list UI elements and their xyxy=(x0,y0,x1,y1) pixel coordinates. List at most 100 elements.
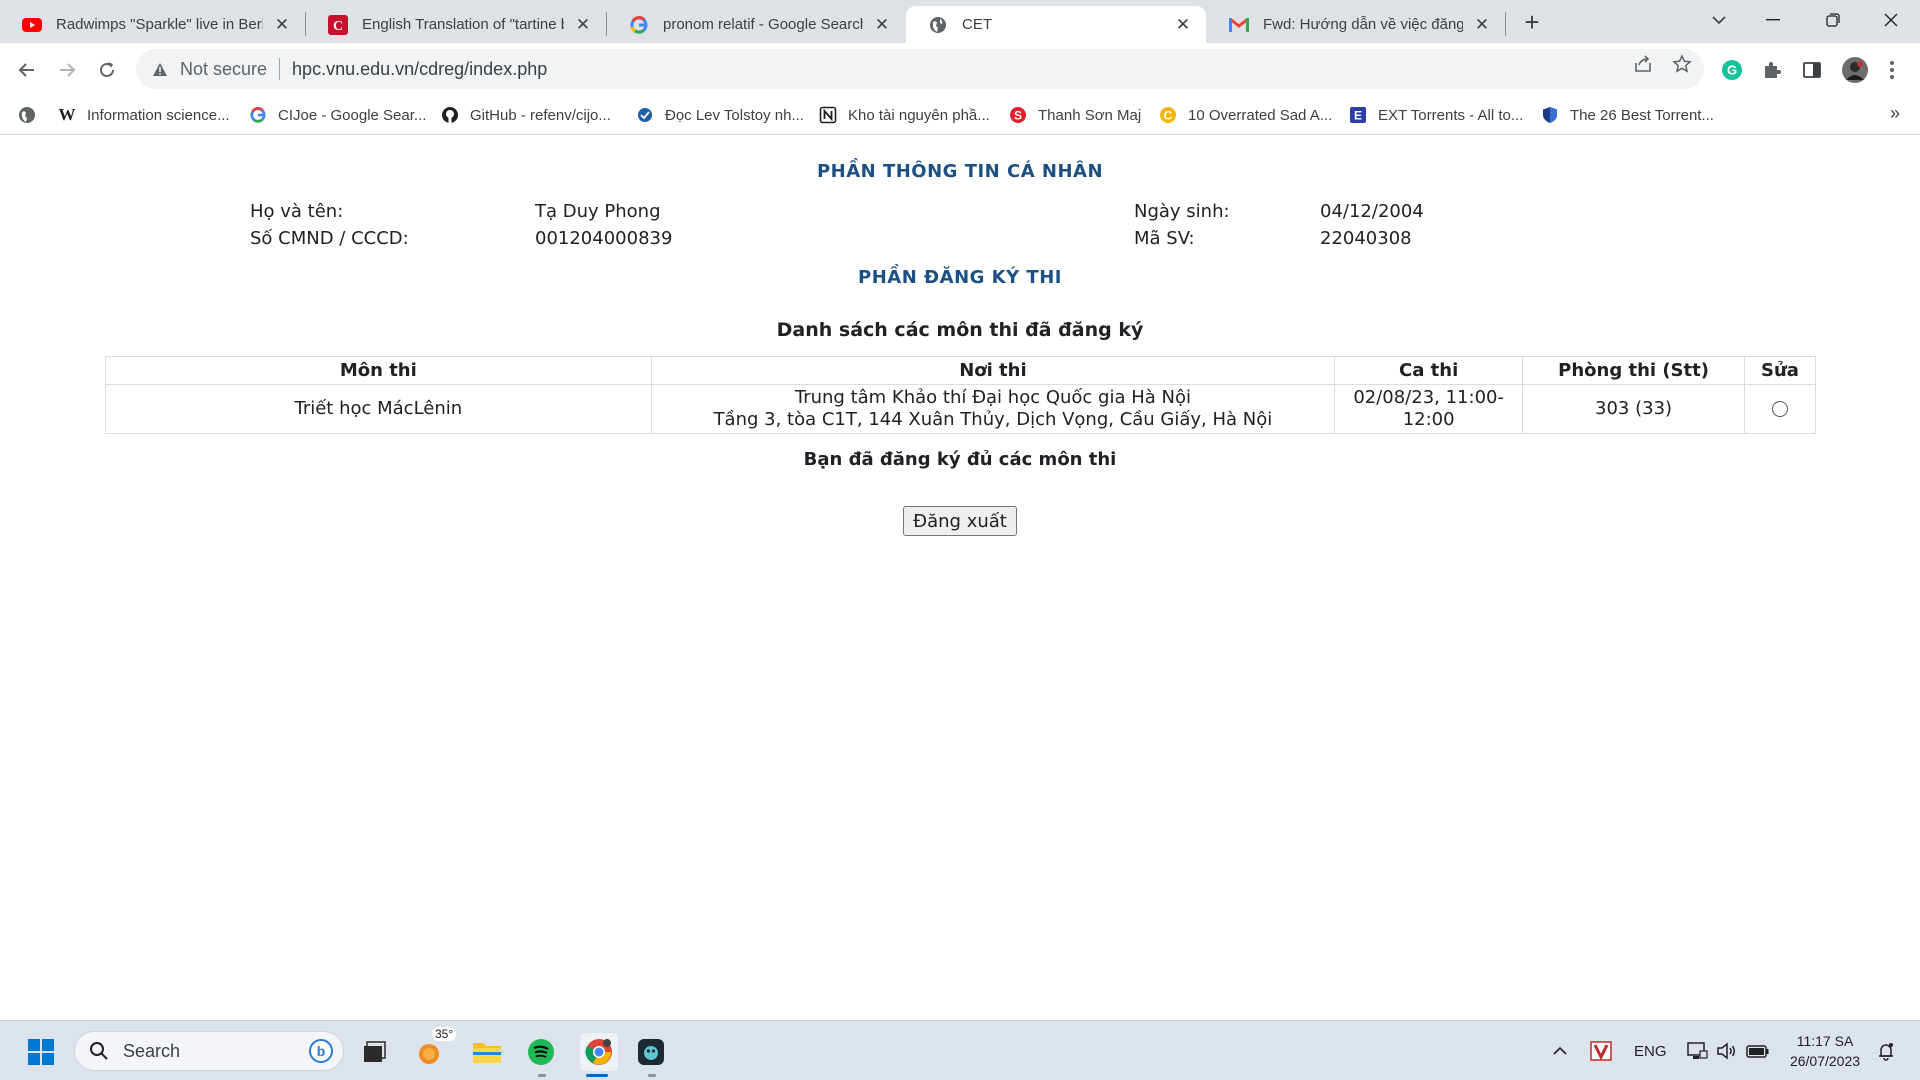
tab-youtube[interactable]: Radwimps "Sparkle" live in Berlin ✕ xyxy=(0,6,305,43)
reload-button[interactable] xyxy=(90,53,124,87)
forward-button[interactable] xyxy=(50,53,84,87)
chrome-icon[interactable] xyxy=(580,1033,618,1071)
close-tab-icon[interactable]: ✕ xyxy=(572,14,594,36)
apps-icon[interactable] xyxy=(17,103,37,127)
show-hidden-icons[interactable] xyxy=(1552,1021,1568,1080)
antivirus-icon[interactable] xyxy=(1590,1021,1612,1080)
table-header-row: Môn thi Nơi thi Ca thi Phòng thi (Stt) S… xyxy=(105,356,1817,385)
venue-address: Tầng 3, tòa C1T, 144 Xuân Thủy, Dịch Vọn… xyxy=(713,409,1273,430)
taskbar-clock[interactable]: 11:17 SA 26/07/2023 xyxy=(1775,1031,1875,1071)
close-tab-icon[interactable]: ✕ xyxy=(271,14,293,36)
student-id-value: 22040308 xyxy=(1320,228,1412,249)
subject-cell: Triết học MácLênin xyxy=(105,384,652,434)
session-start: 02/08/23, 11:00- xyxy=(1353,387,1504,408)
battery-icon[interactable] xyxy=(1746,1021,1770,1080)
new-tab-button[interactable]: + xyxy=(1518,7,1546,37)
site-icon: S xyxy=(1008,105,1028,125)
table-row: Triết học MácLênin Trung tâm Khảo thí Đạ… xyxy=(105,384,1817,434)
logout-button[interactable]: Đăng xuất xyxy=(903,506,1017,536)
youtube-icon xyxy=(22,15,42,35)
tab-title: English Translation of "tartine beurrée" xyxy=(362,16,564,33)
address-bar[interactable]: Not secure hpc.vnu.edu.vn/cdreg/index.ph… xyxy=(136,49,1704,89)
edit-radio[interactable] xyxy=(1771,401,1788,417)
bookmark-item[interactable]: C 10 Overrated Sad A... xyxy=(1158,103,1332,127)
taskbar-search[interactable]: Search b xyxy=(74,1031,344,1071)
site-icon xyxy=(635,105,655,125)
volume-icon[interactable] xyxy=(1716,1021,1738,1080)
profile-avatar[interactable] xyxy=(1840,55,1870,85)
bookmark-item[interactable]: E EXT Torrents - All to... xyxy=(1348,103,1523,127)
tab-separator xyxy=(1505,12,1506,36)
extensions-icon[interactable] xyxy=(1760,58,1784,82)
share-icon[interactable] xyxy=(1632,53,1654,75)
bookmark-item[interactable]: GitHub - refenv/cijo... xyxy=(440,103,611,127)
app-icon[interactable] xyxy=(634,1035,668,1069)
close-tab-icon[interactable]: ✕ xyxy=(871,14,893,36)
menu-icon[interactable] xyxy=(1880,58,1904,82)
tab-title: CET xyxy=(962,16,992,33)
bookmark-item[interactable]: The 26 Best Torrent... xyxy=(1540,103,1714,127)
bookmark-item[interactable]: W Information science... xyxy=(57,103,230,127)
bookmark-item[interactable]: S Thanh Sơn Maj xyxy=(1008,103,1141,127)
windows-start-icon[interactable] xyxy=(24,1035,58,1069)
bookmark-item[interactable]: CIJoe - Google Sear... xyxy=(248,103,426,127)
weather-temperature: 35° xyxy=(432,1027,457,1041)
bookmark-label: CIJoe - Google Sear... xyxy=(278,106,427,124)
close-tab-icon[interactable]: ✕ xyxy=(1471,14,1493,36)
close-window-button[interactable] xyxy=(1866,0,1916,40)
bookmark-label: EXT Torrents - All to... xyxy=(1378,106,1524,124)
column-header-session: Ca thi xyxy=(1334,356,1524,385)
svg-text:G: G xyxy=(1727,63,1737,78)
network-icon[interactable] xyxy=(1686,1021,1708,1080)
tab-search-button[interactable] xyxy=(1694,0,1744,40)
column-header-edit: Sửa xyxy=(1743,356,1817,385)
warning-icon[interactable] xyxy=(150,59,170,79)
session-cell: 02/08/23, 11:00- 12:00 xyxy=(1334,384,1524,434)
tab-collins[interactable]: C English Translation of "tartine beurré… xyxy=(306,6,606,43)
close-tab-icon[interactable]: ✕ xyxy=(1172,14,1194,36)
bookmark-label: Đọc Lev Tolstoy nh... xyxy=(665,106,804,124)
file-explorer-icon[interactable] xyxy=(470,1035,504,1069)
name-value: Tạ Duy Phong xyxy=(535,201,661,222)
tab-title: Radwimps "Sparkle" live in Berlin xyxy=(56,16,263,33)
tab-cet[interactable]: CET ✕ xyxy=(906,6,1206,43)
collins-icon: C xyxy=(328,14,348,35)
restore-button[interactable] xyxy=(1808,0,1858,40)
gmail-icon xyxy=(1229,15,1249,35)
bing-icon[interactable]: b xyxy=(307,1037,335,1065)
room-cell: 303 (33) xyxy=(1522,384,1745,434)
page-content: PHẦN THÔNG TIN CÁ NHÂN Họ và tên: Tạ Duy… xyxy=(0,136,1920,1020)
bookmark-item[interactable]: Kho tài nguyên phầ... xyxy=(818,103,990,127)
notifications-icon[interactable] xyxy=(1876,1021,1896,1080)
tab-google-search[interactable]: pronom relatif - Google Search ✕ xyxy=(607,6,905,43)
notion-icon xyxy=(818,105,838,125)
language-indicator[interactable]: ENG xyxy=(1634,1021,1667,1080)
grammarly-icon[interactable]: G xyxy=(1720,58,1744,82)
dob-label: Ngày sinh: xyxy=(1134,201,1230,222)
registered-exams-table: Môn thi Nơi thi Ca thi Phòng thi (Stt) S… xyxy=(105,356,1817,434)
edit-cell xyxy=(1743,384,1817,434)
active-indicator xyxy=(586,1074,608,1077)
column-header-room: Phòng thi (Stt) xyxy=(1522,356,1745,385)
id-label: Số CMND / CCCD: xyxy=(250,228,409,249)
bookmarks-bar: W Information science... CIJoe - Google … xyxy=(0,95,1920,135)
spotify-icon[interactable] xyxy=(524,1035,558,1069)
task-view-icon[interactable] xyxy=(357,1035,391,1069)
minimize-button[interactable] xyxy=(1748,0,1798,40)
registration-heading: PHẦN ĐĂNG KÝ THI xyxy=(858,267,1062,288)
side-panel-icon[interactable] xyxy=(1800,58,1824,82)
svg-text:C: C xyxy=(333,19,343,34)
back-button[interactable] xyxy=(10,53,44,87)
divider xyxy=(279,58,281,80)
security-status[interactable]: Not secure xyxy=(180,59,267,80)
registration-status: Bạn đã đăng ký đủ các môn thi xyxy=(803,449,1117,470)
chevron-more-icon[interactable]: » xyxy=(1890,103,1900,124)
bookmark-label: GitHub - refenv/cijo... xyxy=(470,106,611,124)
url-text[interactable]: hpc.vnu.edu.vn/cdreg/index.php xyxy=(292,59,547,80)
bookmark-star-icon[interactable] xyxy=(1671,53,1693,75)
search-icon xyxy=(87,1039,111,1063)
bookmark-item[interactable]: Đọc Lev Tolstoy nh... xyxy=(635,103,804,127)
weather-icon[interactable]: 35° xyxy=(414,1027,457,1069)
column-header-venue: Nơi thi xyxy=(650,356,1336,385)
tab-gmail[interactable]: Fwd: Hướng dẫn về việc đăng ký ✕ xyxy=(1207,6,1505,43)
